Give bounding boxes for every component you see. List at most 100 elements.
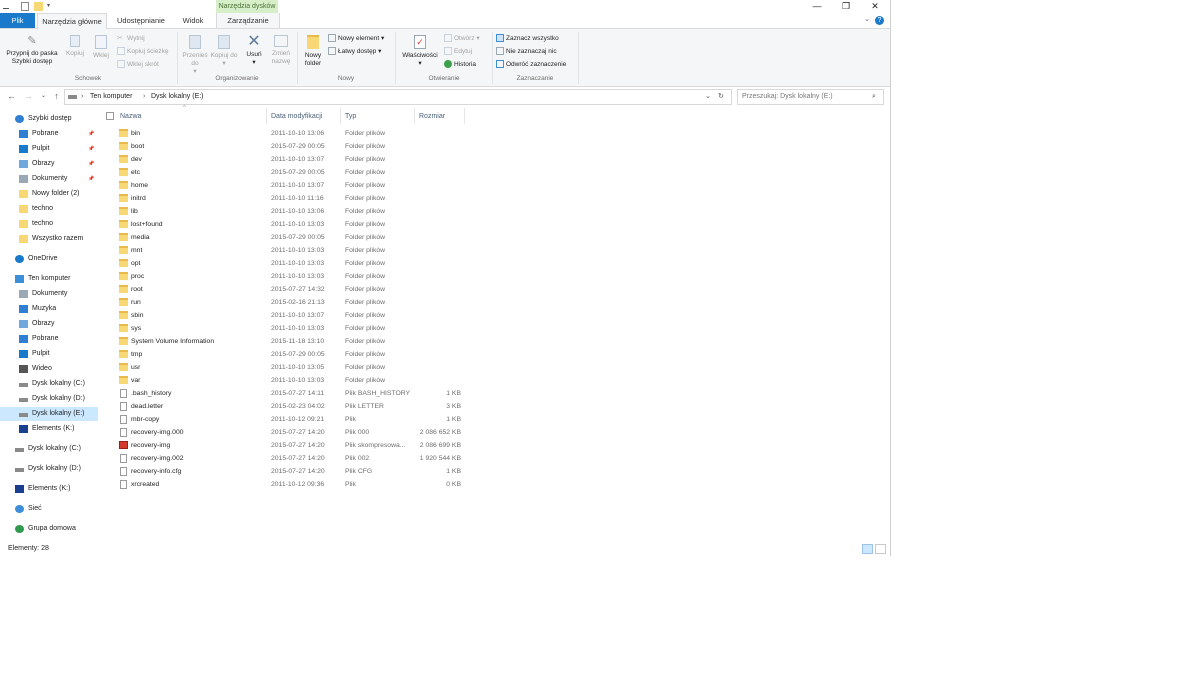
file-row[interactable]: recovery-info.cfg 2015-07-27 14:20 Plik CF…	[99, 465, 890, 478]
sidebar-item[interactable]: OneDrive	[0, 252, 98, 266]
move-to-button[interactable]: Przenieś do ▾	[181, 35, 209, 76]
paste-button[interactable]: Wklej	[89, 35, 113, 60]
file-row[interactable]: lost+found 2011-10-10 13:03 Folder plików	[99, 218, 890, 231]
new-folder-button[interactable]: Nowy folder	[300, 35, 326, 68]
column-header-name[interactable]: Nazwa	[120, 110, 141, 123]
file-row[interactable]: root 2015-07-27 14:32 Folder plików	[99, 283, 890, 296]
tab-manage[interactable]: Zarządzanie	[216, 13, 280, 28]
file-row[interactable]: bin 2011-10-10 13:06 Folder plików	[99, 127, 890, 140]
search-input[interactable]: Przeszukaj: Dysk lokalny (E:) ⌕	[737, 89, 884, 105]
expand-ribbon-icon[interactable]: ⌄	[864, 15, 870, 23]
file-row[interactable]: initrd 2011-10-10 11:16 Folder plików	[99, 192, 890, 205]
file-row[interactable]: dead.letter 2015-02-23 04:02 Plik LETTER 3 …	[99, 400, 890, 413]
tab-file[interactable]: Plik	[0, 13, 35, 28]
file-row[interactable]: sys 2011-10-10 13:03 Folder plików	[99, 322, 890, 335]
recent-locations-chevron-icon[interactable]: ⌄	[38, 91, 49, 102]
sidebar-item[interactable]: Pulpit 📌	[0, 142, 98, 156]
up-arrow-icon[interactable]: ↑	[51, 91, 62, 102]
copy-to-button[interactable]: Kopiuj do ▾	[210, 35, 238, 68]
open-button[interactable]: Otwórz ▾	[444, 34, 480, 43]
system-menu-icon[interactable]	[3, 2, 9, 9]
sidebar-item[interactable]: Obrazy 📌	[0, 157, 98, 171]
rename-button[interactable]: Zmień nazwę	[268, 35, 294, 66]
copy-path-button[interactable]: Kopiuj ścieżkę	[117, 47, 169, 56]
cut-button[interactable]: ✂ Wytnij	[117, 34, 145, 43]
sidebar-item[interactable]: Elements (K:)	[0, 422, 98, 436]
column-separator[interactable]	[266, 108, 267, 124]
sidebar-item[interactable]: Dokumenty 📌	[0, 172, 98, 186]
copy-button[interactable]: Kopiuj	[63, 35, 87, 58]
sidebar-item[interactable]: techno	[0, 217, 98, 231]
sidebar-item[interactable]: Szybki dostęp	[0, 112, 98, 126]
help-icon[interactable]: ?	[875, 16, 884, 25]
file-row[interactable]: media 2015-07-29 00:05 Folder plików	[99, 231, 890, 244]
file-row[interactable]: home 2011-10-10 13:07 Folder plików	[99, 179, 890, 192]
sidebar-item[interactable]: Sieć	[0, 502, 98, 516]
sidebar-item[interactable]: Dysk lokalny (D:)	[0, 462, 98, 476]
back-arrow-icon[interactable]: ←	[6, 91, 17, 102]
file-row[interactable]: opt 2011-10-10 13:03 Folder plików	[99, 257, 890, 270]
sidebar-item[interactable]: Nowy folder (2)	[0, 187, 98, 201]
sidebar-item[interactable]: Muzyka	[0, 302, 98, 316]
file-row[interactable]: dev 2011-10-10 13:07 Folder plików	[99, 153, 890, 166]
address-dropdown-icon[interactable]: ⌄	[705, 90, 711, 104]
large-icons-view-icon[interactable]	[875, 544, 886, 554]
paste-shortcut-button[interactable]: Wklej skrót	[117, 60, 159, 69]
minimize-button[interactable]: —	[803, 0, 831, 13]
invert-selection-button[interactable]: Odwróć zaznaczenie	[496, 60, 566, 69]
sidebar-item[interactable]: Pobrane	[0, 332, 98, 346]
file-row[interactable]: mnt 2011-10-10 13:03 Folder plików	[99, 244, 890, 257]
sidebar-item[interactable]: Dysk lokalny (C:)	[0, 442, 98, 456]
column-separator[interactable]	[340, 108, 341, 124]
new-item-button[interactable]: Nowy element ▾	[328, 34, 384, 43]
sidebar-item[interactable]: techno	[0, 202, 98, 216]
file-row[interactable]: xrcreated 2011-10-12 09:36 Plik 0 KB	[99, 478, 890, 491]
sidebar-item[interactable]: Dysk lokalny (D:)	[0, 392, 98, 406]
select-all-checkbox[interactable]	[106, 112, 114, 120]
search-icon[interactable]: ⌕	[872, 90, 876, 104]
sidebar-item[interactable]: Grupa domowa	[0, 522, 98, 536]
file-row[interactable]: .bash_history 2015-07-27 14:11 Plik BASH_H…	[99, 387, 890, 400]
column-header-type[interactable]: Typ	[345, 110, 356, 123]
delete-button[interactable]: ✕ Usuń ▾	[241, 34, 267, 67]
select-none-button[interactable]: Nie zaznaczaj nic	[496, 47, 557, 56]
file-row[interactable]: var 2011-10-10 13:03 Folder plików	[99, 374, 890, 387]
breadcrumb-this-pc[interactable]: Ten komputer	[90, 90, 132, 104]
file-row[interactable]: boot 2015-07-29 00:05 Folder plików	[99, 140, 890, 153]
sidebar-item[interactable]: Elements (K:)	[0, 482, 98, 496]
sidebar-item[interactable]: Obrazy	[0, 317, 98, 331]
customize-toolbar-icon[interactable]: ▾	[47, 2, 53, 11]
tab-view[interactable]: Widok	[176, 13, 210, 28]
select-all-button[interactable]: Zaznacz wszystko	[496, 34, 559, 43]
sidebar-item[interactable]: Ten komputer	[0, 272, 98, 286]
tab-share[interactable]: Udostępnianie	[110, 13, 172, 28]
sidebar-item[interactable]: Pulpit	[0, 347, 98, 361]
column-header-date[interactable]: Data modyfikacji	[271, 110, 322, 123]
column-separator[interactable]	[464, 108, 465, 124]
new-folder-icon[interactable]	[34, 2, 43, 11]
sidebar-item[interactable]: Dysk lokalny (E:)	[0, 407, 98, 421]
sidebar-item[interactable]: Wszystko razem	[0, 232, 98, 246]
column-separator[interactable]	[414, 108, 415, 124]
address-box[interactable]: › Ten komputer › Dysk lokalny (E:) ⌄ ↻	[64, 89, 732, 105]
file-row[interactable]: recovery-img 2015-07-27 14:20 Plik skompre…	[99, 439, 890, 452]
history-button[interactable]: Historia	[444, 60, 476, 69]
close-button[interactable]: ✕	[861, 0, 889, 13]
properties-icon[interactable]	[21, 2, 29, 11]
file-row[interactable]: System Volume Information 2015-11-18 13:1…	[99, 335, 890, 348]
properties-button[interactable]: ✓ Właściwości ▾	[399, 35, 441, 68]
easy-access-button[interactable]: Łatwy dostęp ▾	[328, 47, 381, 56]
column-header-size[interactable]: Rozmiar	[419, 110, 445, 123]
forward-arrow-icon[interactable]: →	[23, 91, 34, 102]
file-row[interactable]: usr 2011-10-10 13:05 Folder plików	[99, 361, 890, 374]
tab-home[interactable]: Narzędzia główne	[37, 13, 107, 29]
edit-button[interactable]: Edytuj	[444, 47, 472, 56]
file-row[interactable]: tmp 2015-07-29 00:05 Folder plików	[99, 348, 890, 361]
file-row[interactable]: recovery-img.002 2015-07-27 14:20 Plik 002…	[99, 452, 890, 465]
sidebar-item[interactable]: Pobrane 📌	[0, 127, 98, 141]
breadcrumb-drive-e[interactable]: Dysk lokalny (E:)	[151, 90, 204, 104]
file-row[interactable]: lib 2011-10-10 13:06 Folder plików	[99, 205, 890, 218]
sidebar-item[interactable]: Dysk lokalny (C:)	[0, 377, 98, 391]
sidebar-item[interactable]: Wideo	[0, 362, 98, 376]
file-row[interactable]: etc 2015-07-29 00:05 Folder plików	[99, 166, 890, 179]
